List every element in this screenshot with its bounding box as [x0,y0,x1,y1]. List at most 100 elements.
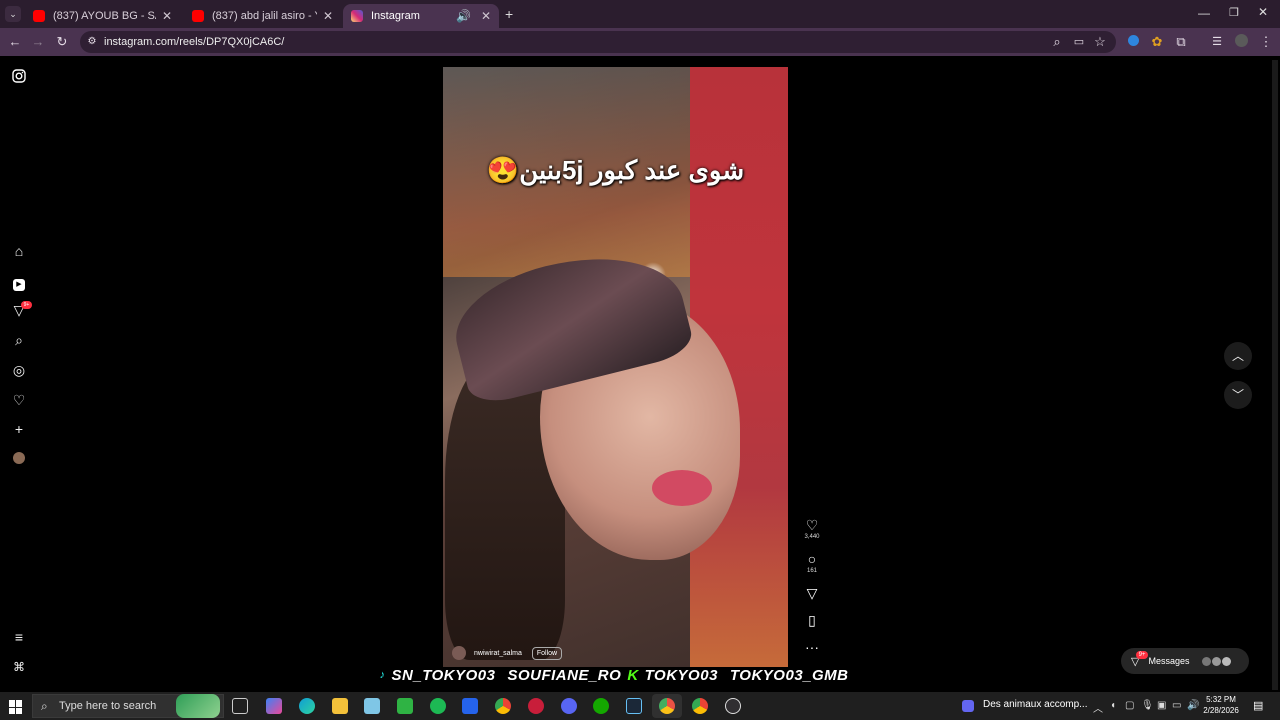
overlay-handle: TOKYO03_GMB [729,666,849,684]
profile-avatar-icon[interactable] [1233,34,1249,51]
back-icon[interactable]: ← [7,34,23,50]
instagram-favicon-icon [351,10,363,22]
news-widget-label: Des animaux accomp... [983,699,1088,710]
chrome-icon[interactable] [495,698,511,714]
search-icon[interactable]: ⌕ [11,332,27,348]
site-info-icon[interactable]: ⚙ [84,34,100,50]
extension-cookie-icon[interactable]: ✿ [1149,34,1165,50]
tab-title: (837) AYOUB BG - SA7A YA SA7 [53,10,156,22]
streamer-overlay-banner: ♪ SN_TOKYO03 SOUFIANE_RO K TOKYO03 TOKYO… [379,664,852,686]
steam-icon[interactable] [626,698,642,714]
discord-icon[interactable] [561,698,577,714]
tiktok-icon: ♪ [379,669,386,681]
lips [652,470,712,506]
tab-title: Instagram [371,10,420,22]
tab-ayoub[interactable]: (837) AYOUB BG - SA7A YA SA7 ✕ [25,4,180,28]
tab-abd-jalil[interactable]: (837) abd jalil asiro - YouTube ✕ [184,4,341,28]
edge-icon[interactable] [299,698,315,714]
reload-icon[interactable]: ↻ [54,34,70,50]
app-red-icon[interactable] [528,698,544,714]
more-menu-icon[interactable]: ≡ [11,629,27,645]
send-icon: ▽ [806,585,818,601]
next-reel-button[interactable]: ﹀ [1224,381,1252,409]
messages-label: Messages [1148,656,1190,666]
youtube-favicon-icon [33,10,45,22]
tab-instagram[interactable]: Instagram 🔊 ✕ [343,4,499,28]
notification-center-icon[interactable]: ▤ [1253,699,1263,712]
clock-date: 2/28/2026 [1203,706,1239,715]
mute-tab-icon[interactable]: 🔊 [456,9,471,23]
close-window-button[interactable]: ✕ [1258,5,1268,19]
author-avatar[interactable] [452,646,466,660]
instagram-logo-icon[interactable] [11,69,27,85]
follow-button[interactable]: Follow [531,646,563,660]
restore-button[interactable]: ❐ [1229,6,1239,19]
new-tab-button[interactable]: + [505,6,513,22]
task-view-icon[interactable] [232,698,248,714]
bookmark-star-icon[interactable]: ☆ [1092,34,1108,50]
news-widget-icon[interactable] [962,700,974,712]
like-button[interactable]: ♡ 3,440 [804,517,820,540]
close-tab-icon[interactable]: ✕ [481,9,491,23]
news-widget-text[interactable]: Des animaux accomp... [983,699,1088,710]
copilot-icon[interactable] [266,698,282,714]
taskbar-search-placeholder: Type here to search [59,700,157,712]
home-icon[interactable]: ⌂ [11,243,27,259]
cast-icon[interactable]: ▭ [1071,34,1087,50]
chrome-profile-icon[interactable] [692,698,708,714]
create-icon[interactable]: + [11,421,27,437]
zoom-icon[interactable]: ⌕ [1049,34,1065,50]
forward-icon[interactable]: → [30,34,46,50]
search-icon: ⌕ [41,699,48,713]
network-icon[interactable]: ▭ [1172,700,1181,711]
minimize-button[interactable]: — [1198,6,1210,20]
profile-avatar[interactable] [11,451,27,467]
save-button[interactable]: ▯ [804,612,820,628]
author-username[interactable]: nwiwirat_salma [474,650,522,657]
extensions-puzzle-icon[interactable]: ⧉ [1173,34,1189,50]
url-text[interactable]: instagram.com/reels/DP7QX0jCA6C/ [104,36,284,48]
tray-app-icon[interactable]: ◖ [1110,700,1116,711]
reels-icon[interactable]: ▶ [11,273,27,291]
tray-display-icon[interactable]: ▣ [1157,700,1166,711]
previous-reel-button[interactable]: ︿ [1224,342,1252,370]
messages-badge: 9+ [21,301,32,309]
menu-kebab-icon[interactable]: ⋮ [1258,34,1274,50]
clock-time: 5:32 PM [1206,695,1236,704]
more-options-button[interactable]: ··· [804,639,820,655]
threads-icon[interactable]: ⌘ [11,659,27,675]
spotify-icon[interactable] [430,698,446,714]
store-icon[interactable] [397,698,413,714]
heart-icon[interactable]: ♡ [11,392,27,408]
bookmark-icon: ▯ [808,612,816,628]
microphone-icon[interactable]: 🎙 [1141,700,1154,711]
comment-icon: ○ [807,551,817,567]
taskbar-clock[interactable]: 5:32 PM 2/28/2026 [1198,694,1244,716]
heart-icon: ♡ [805,517,819,533]
comment-count: 161 [806,568,817,574]
reel-caption: شوى عند كبور 5jبنين😍 [486,155,745,185]
file-explorer-icon[interactable] [332,698,348,714]
media-controls-icon[interactable]: ☰ [1209,34,1225,50]
explore-icon[interactable]: ◎ [11,362,27,378]
comment-button[interactable]: ○ 161 [804,551,820,574]
windows-start-icon[interactable] [9,700,23,714]
obs-icon[interactable] [725,698,741,714]
mail-icon[interactable] [462,698,478,714]
youtube-favicon-icon [192,10,204,22]
tab-title: (837) abd jalil asiro - YouTube [212,10,317,22]
search-highlight-icon [176,694,220,718]
notepad-icon[interactable] [364,698,380,714]
tray-device-icon[interactable]: ▢ [1125,700,1134,711]
page-scrollbar[interactable] [1272,60,1278,690]
more-dots-icon: ··· [805,639,819,655]
tab-search-button[interactable]: ⌄ [5,6,21,22]
close-tab-icon[interactable]: ✕ [323,9,333,23]
overlay-handle: TOKYO03 [644,666,718,684]
extension-blue-icon[interactable] [1125,34,1141,50]
share-button[interactable]: ▽ [804,585,820,601]
message-avatars [1201,656,1231,666]
upwork-icon[interactable] [593,698,609,714]
tray-chevron-icon[interactable]: ︿ [1093,700,1103,715]
close-tab-icon[interactable]: ✕ [162,9,172,23]
